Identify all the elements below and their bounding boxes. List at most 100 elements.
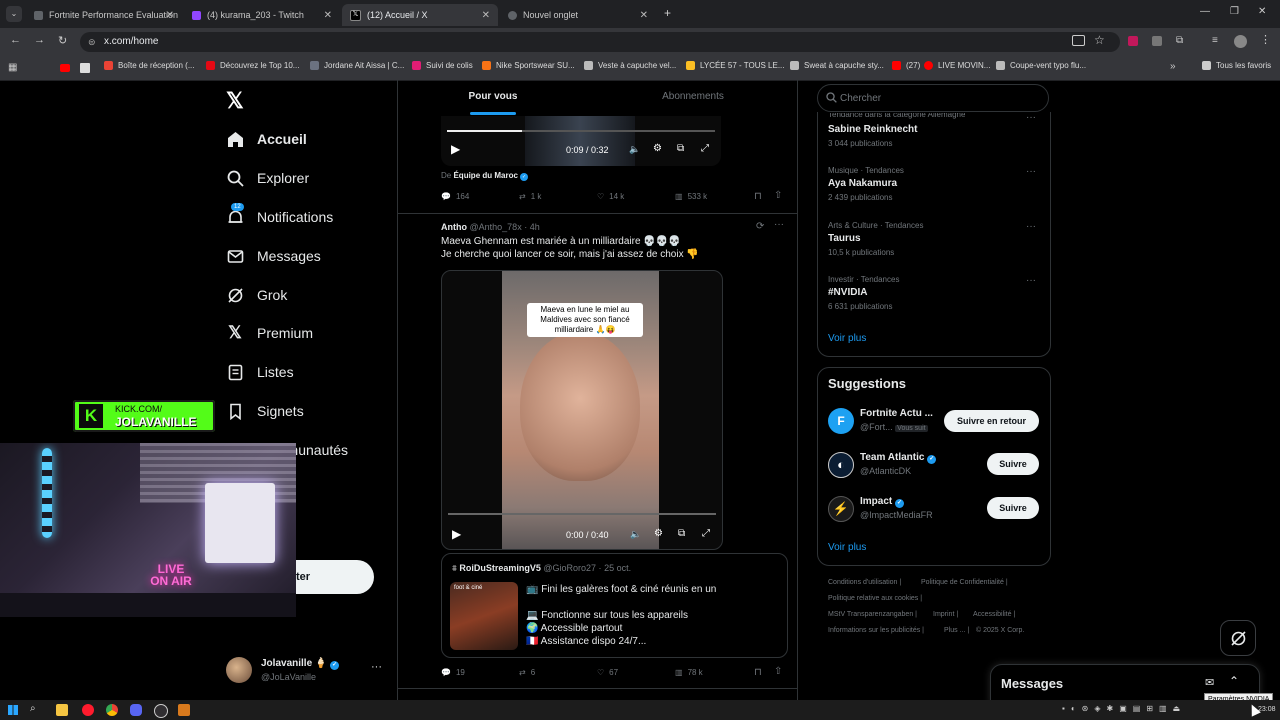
tray-icons[interactable]: ▪◐⊛◈✱▣▤⊞▥⏏ — [1062, 704, 1186, 713]
app-icon[interactable] — [178, 704, 190, 716]
extension-icon[interactable] — [1128, 36, 1138, 46]
chevron-up-icon[interactable]: ⌃ — [1229, 674, 1239, 688]
file-explorer-icon[interactable] — [56, 704, 68, 716]
restore-button[interactable]: ❐ — [1230, 6, 1239, 17]
grok-floating-button[interactable] — [1220, 620, 1256, 656]
close-icon[interactable]: ✕ — [640, 10, 648, 21]
tab-for-you[interactable]: Pour vous — [398, 80, 588, 116]
trend-name[interactable]: #NVIDIA — [828, 287, 867, 298]
settings-icon[interactable]: ⚙ — [653, 143, 662, 154]
window-close-button[interactable]: ✕ — [1258, 6, 1266, 17]
pip-icon[interactable]: ⧉ — [677, 143, 684, 154]
footer-link[interactable]: Politique de Confidentialité | — [921, 579, 1008, 586]
tweet-time[interactable]: 4h — [530, 222, 540, 232]
play-icon[interactable]: ▶ — [452, 527, 461, 541]
bookmark-item[interactable]: Suivi de colis — [412, 61, 473, 70]
suggestion-avatar[interactable]: ⚡ — [828, 496, 854, 522]
follow-back-button[interactable]: Suivre en retour — [944, 410, 1039, 432]
minimize-button[interactable]: — — [1200, 6, 1210, 17]
trends-more-link[interactable]: Voir plus — [828, 333, 866, 344]
close-icon[interactable]: ✕ — [324, 10, 332, 21]
suggestion-name[interactable]: Team Atlantic — [860, 452, 924, 463]
bookmark-item[interactable]: (27) — [892, 61, 920, 70]
repost-button[interactable]: ⇄ 6 — [519, 668, 535, 677]
volume-icon[interactable]: 🔈 — [629, 144, 640, 155]
search-icon[interactable]: ⌕ — [30, 703, 36, 714]
share-button[interactable]: ⇧ — [774, 666, 782, 677]
bookmark-item[interactable]: Jordane Ait Aissa | C... — [310, 61, 404, 70]
like-button[interactable]: ♡ 67 — [597, 668, 618, 677]
install-icon[interactable] — [1072, 35, 1085, 46]
like-button[interactable]: ♡ 14 k — [597, 192, 624, 201]
nav-notifications[interactable]: 12 Notifications — [226, 203, 333, 226]
share-button[interactable]: ⇧ — [774, 190, 782, 201]
site-info-icon[interactable]: ⊜ — [88, 32, 96, 52]
video-player[interactable]: Maeva en lune le miel au Maldives avec s… — [441, 270, 723, 550]
bookmark-item[interactable]: Découvrez le Top 10... — [206, 61, 299, 70]
more-icon[interactable]: ··· — [1026, 166, 1036, 177]
nav-explore[interactable]: Explorer — [226, 169, 309, 187]
suggestion-name[interactable]: Fortnite Actu ... — [860, 408, 933, 419]
browser-tab-twitch[interactable]: (4) kurama_203 - Twitch ✕ — [184, 4, 340, 26]
follow-button[interactable]: Suivre — [987, 497, 1039, 519]
discord-icon[interactable] — [130, 704, 142, 716]
profile-avatar[interactable] — [1234, 35, 1247, 48]
bookmark-item[interactable]: Sweat à capuche sty... — [790, 61, 884, 70]
star-icon[interactable]: ☆ — [1094, 33, 1105, 47]
browser-tab-fortnite[interactable]: Fortnite Performance Evaluation ✕ — [26, 4, 182, 26]
fullscreen-icon[interactable]: ⤢ — [702, 528, 710, 539]
bookmark-item[interactable]: LYCÉE 57 - TOUS LE... — [686, 61, 784, 70]
profile-button[interactable]: Jolavanille 🍦 ✓ @JoLaVanille ··· — [226, 655, 386, 685]
close-icon[interactable]: ✕ — [482, 10, 490, 21]
quoted-tweet[interactable]: ⩩ RoiDuStreamingV5 @GioRoro27 · 25 oct. … — [441, 553, 788, 658]
bookmark-item[interactable]: LIVE MOVIN... — [924, 61, 990, 70]
all-bookmarks[interactable]: Tous les favoris — [1202, 61, 1271, 70]
views-button[interactable]: ▥ 533 k — [675, 192, 707, 201]
bookmark-icon[interactable] — [80, 63, 90, 73]
more-icon[interactable]: ··· — [1026, 112, 1036, 123]
nav-bookmarks[interactable]: Signets — [226, 402, 304, 420]
footer-link[interactable]: Accessibilité | — [973, 611, 1015, 618]
suggestions-more-link[interactable]: Voir plus — [828, 542, 866, 553]
views-button[interactable]: ▥ 78 k — [675, 668, 703, 677]
trend-name[interactable]: Taurus — [828, 233, 861, 244]
bookmark-button[interactable]: ⊓ — [754, 191, 762, 202]
volume-icon[interactable]: 🔈 — [630, 529, 641, 540]
play-icon[interactable]: ▶ — [451, 142, 460, 156]
close-icon[interactable]: ✕ — [166, 10, 174, 21]
footer-link[interactable]: Conditions d'utilisation | — [828, 579, 901, 586]
video-player[interactable]: ▶ 0:09 / 0:32 🔈 ⚙ ⧉ ⤢ — [441, 116, 721, 166]
x-logo-icon[interactable]: 𝕏 — [226, 88, 244, 114]
settings-icon[interactable]: ⚙ — [654, 528, 663, 539]
reply-button[interactable]: 💬 19 — [441, 668, 465, 677]
apps-icon[interactable]: ▦ — [8, 62, 17, 73]
extension-icon[interactable] — [1152, 36, 1162, 46]
nav-home[interactable]: Accueil — [226, 130, 307, 148]
youtube-icon[interactable] — [60, 64, 70, 72]
footer-more[interactable]: Plus ... | — [944, 627, 969, 634]
author-handle[interactable]: @Antho_78x — [470, 222, 522, 232]
suggestion-avatar[interactable]: ◐ — [828, 452, 854, 478]
puzzle-icon[interactable]: ⧉ — [1176, 35, 1183, 46]
suggestion-name[interactable]: Impact — [860, 496, 892, 507]
bookmark-item[interactable]: Nike Sportswear SU... — [482, 61, 575, 70]
fullscreen-icon[interactable]: ⤢ — [701, 143, 709, 154]
new-message-icon[interactable]: ✉ — [1205, 676, 1214, 689]
new-tab-button[interactable]: + — [664, 6, 671, 20]
follow-button[interactable]: Suivre — [987, 453, 1039, 475]
reload-icon[interactable]: ↻ — [58, 34, 67, 47]
grok-icon[interactable]: ⟳ — [756, 221, 764, 232]
forward-icon[interactable]: → — [34, 34, 45, 46]
progress-bar[interactable] — [447, 130, 715, 132]
browser-tab-new[interactable]: Nouvel onglet ✕ — [500, 4, 656, 26]
chrome-icon[interactable] — [106, 704, 118, 716]
back-icon[interactable]: ← — [10, 34, 21, 46]
tab-search-button[interactable]: ⌄ — [6, 6, 22, 22]
trend-name[interactable]: Aya Nakamura — [828, 178, 897, 189]
browser-tab-x[interactable]: 𝕏 (12) Accueil / X ✕ — [342, 4, 498, 26]
windows-start-icon[interactable] — [8, 705, 18, 715]
bookmark-item[interactable]: Boîte de réception (... — [104, 61, 195, 70]
video-source-link[interactable]: Équipe du Maroc — [453, 171, 517, 180]
author-name[interactable]: Antho — [441, 222, 467, 232]
nav-messages[interactable]: Messages — [226, 247, 321, 265]
